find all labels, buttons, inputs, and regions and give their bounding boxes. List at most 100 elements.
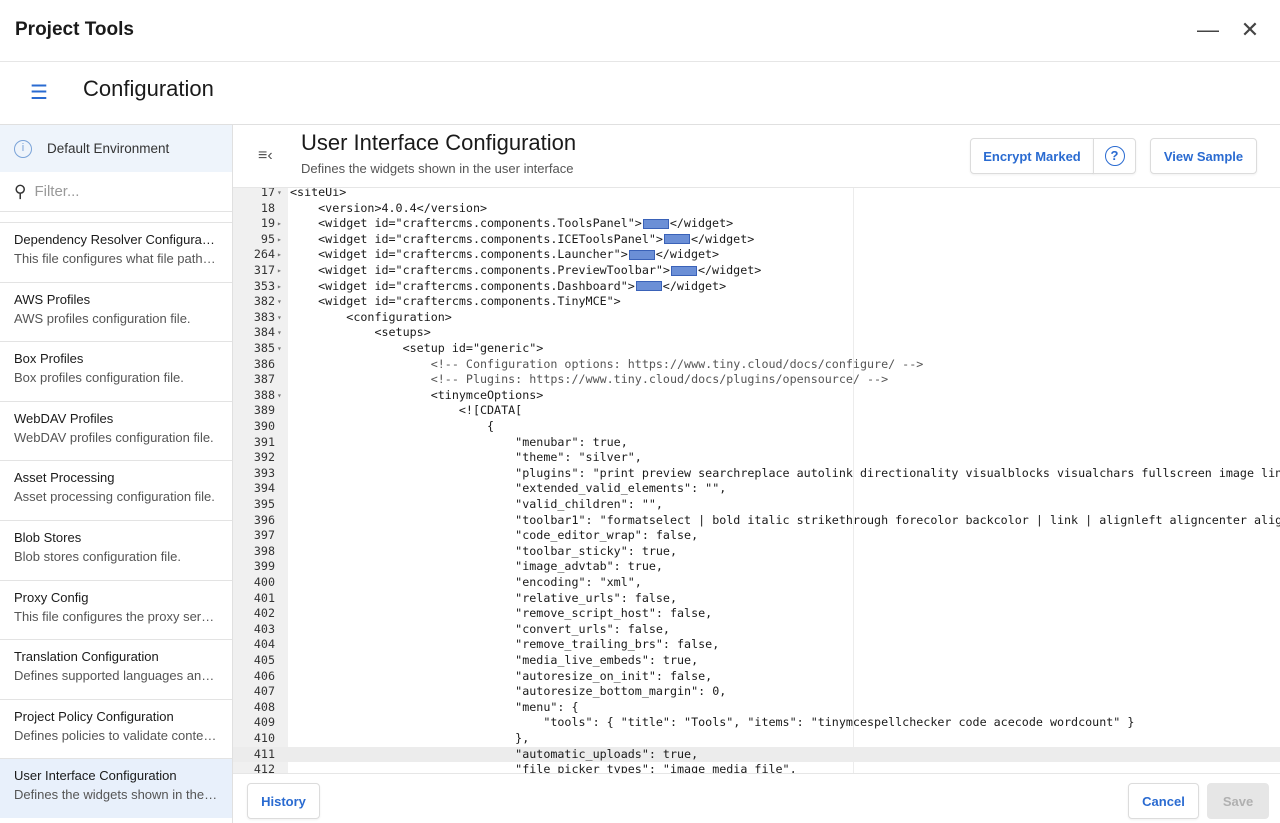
code-segment: <setups> — [290, 325, 431, 340]
code-line: 264 ▸ <widget id="craftercms.components.L… — [233, 247, 1280, 263]
window-title: Project Tools — [15, 19, 134, 40]
history-button[interactable]: History — [247, 783, 320, 819]
code-line: 391 "menubar": true, — [233, 435, 1280, 451]
code-line: 400 "encoding": "xml", — [233, 575, 1280, 591]
fold-arrow-icon[interactable]: ▾ — [277, 310, 282, 326]
code-text: "extended_valid_elements": "", — [290, 481, 726, 497]
sidebar-item-description: Asset processing configuration file. — [14, 489, 215, 505]
folded-code-marker[interactable] — [628, 249, 655, 260]
code-segment: }, — [290, 731, 530, 745]
code-editor[interactable]: 17 ▾ <siteUi> 18 <version>4.0.4</version> 19… — [233, 188, 1280, 773]
code-line: 403 "convert_urls": false, — [233, 622, 1280, 638]
code-text: "automatic_uploads": true, — [290, 747, 698, 763]
line-number: 18 — [260, 200, 275, 215]
fold-arrow-icon[interactable]: ▾ — [277, 188, 282, 201]
code-segment: "relative_urls": false, — [290, 590, 678, 605]
code-text: "convert_urls": false, — [290, 622, 670, 638]
line-number: 264 — [253, 247, 275, 262]
fold-arrow-icon[interactable]: ▸ — [277, 279, 282, 295]
filter-placeholder: Filter... — [34, 183, 80, 200]
collapse-sidebar-icon[interactable]: ≡‹ — [258, 147, 273, 165]
code-segment: "file_picker_types": "image media file", — [290, 762, 797, 773]
code-segment: <version>4.0.4</version> — [290, 200, 488, 215]
code-segment: <widget id="craftercms.components.Launch… — [290, 247, 628, 262]
code-text: "code_editor_wrap": false, — [290, 528, 698, 544]
line-number: 409 — [253, 715, 275, 730]
code-line: 390 { — [233, 419, 1280, 435]
sidebar-item-label: Dependency Resolver Configuration — [14, 232, 218, 247]
cancel-button[interactable]: Cancel — [1128, 783, 1199, 819]
code-segment: <widget id="craftercms.components.ToolsP… — [290, 216, 642, 231]
folded-code-marker[interactable] — [635, 281, 662, 292]
code-line: 18 <version>4.0.4</version> — [233, 201, 1280, 217]
code-line: 408 "menu": { — [233, 700, 1280, 716]
line-number: 382 — [253, 294, 275, 309]
fold-arrow-icon[interactable]: ▸ — [277, 263, 282, 279]
code-segment: "remove_trailing_brs": false, — [290, 637, 720, 652]
fold-arrow-icon[interactable]: ▾ — [277, 341, 282, 357]
code-segment: "media_live_embeds": true, — [290, 653, 699, 667]
folded-code-marker[interactable] — [663, 234, 690, 245]
sidebar-item[interactable]: Translation Configuration Defines support… — [0, 639, 232, 699]
code-segment: "menubar": true, — [290, 434, 628, 449]
fold-arrow-icon[interactable]: ▾ — [277, 325, 282, 341]
code-segment: <siteUi> — [290, 188, 347, 199]
code-text: "menubar": true, — [290, 435, 628, 451]
sidebar-item[interactable]: Proxy Config This file configures the pro… — [0, 579, 232, 640]
sidebar: i Default Environment ⚲ Filter... Depend… — [0, 125, 233, 823]
fold-arrow-icon[interactable]: ▾ — [277, 388, 282, 404]
filter-input[interactable]: ⚲ Filter... — [0, 172, 232, 212]
save-button[interactable]: Save — [1207, 783, 1269, 819]
fold-arrow-icon[interactable]: ▸ — [277, 247, 282, 263]
code-text: <widget id="craftercms.components.ICEToo… — [290, 232, 754, 248]
line-number: 411 — [253, 746, 275, 761]
line-number: 17 — [260, 188, 275, 199]
sidebar-item[interactable]: User Interface Configuration Defines the … — [0, 758, 232, 818]
code-text: <widget id="craftercms.components.ToolsP… — [290, 216, 733, 232]
sidebar-item[interactable]: Box Profiles Box profiles configuration f… — [0, 341, 232, 401]
fold-arrow-icon[interactable]: ▸ — [277, 216, 282, 232]
code-text: <widget id="craftercms.components.TinyMC… — [290, 294, 621, 310]
sidebar-item[interactable]: WebDAV Profiles WebDAV profiles configura… — [0, 400, 232, 461]
page-title: Configuration — [83, 76, 214, 101]
code-segment: </widget> — [662, 278, 727, 293]
code-text: <!-- Configuration options: https://www.… — [290, 357, 924, 373]
folded-code-marker[interactable] — [670, 265, 697, 276]
fold-arrow-icon[interactable]: ▸ — [277, 232, 282, 248]
help-button[interactable]: ? — [1093, 138, 1136, 174]
sidebar-item[interactable]: Dependency Resolver Configuration This fi… — [0, 222, 232, 282]
code-line: 402 "remove_script_host": false, — [233, 606, 1280, 622]
folded-code-marker[interactable] — [642, 218, 669, 229]
line-number: 412 — [253, 762, 275, 773]
code-segment: "toolbar_sticky": true, — [290, 543, 678, 558]
sidebar-item[interactable]: Asset Processing Asset processing configu… — [0, 460, 232, 520]
code-segment: <!-- Plugins: https://www.tiny.cloud/doc… — [290, 372, 889, 387]
line-number: 400 — [253, 575, 275, 589]
code-segment: "toolbar1": "formatselect | bold italic … — [290, 512, 1280, 527]
code-text: <configuration> — [290, 310, 452, 326]
code-text: }, — [290, 731, 529, 747]
encrypt-marked-button[interactable]: Encrypt Marked — [970, 138, 1094, 174]
code-text: "image_advtab": true, — [290, 559, 663, 575]
close-icon[interactable]: ✕ — [1236, 16, 1264, 44]
view-sample-button[interactable]: View Sample — [1150, 138, 1257, 174]
code-segment: { — [290, 419, 495, 433]
code-line: 19 ▸ <widget id="craftercms.components.To… — [233, 216, 1280, 232]
window-titlebar: Project Tools — ✕ — [0, 0, 1280, 62]
sidebar-item-description: This file configures what file paths... — [14, 251, 218, 266]
code-line: 411 "automatic_uploads": true, — [233, 746, 1280, 763]
code-segment: "extended_valid_elements": "", — [290, 481, 727, 496]
sidebar-item[interactable]: Project Policy Configuration Defines poli… — [0, 698, 232, 759]
code-text: "valid_children": "", — [290, 497, 663, 513]
fold-arrow-icon[interactable]: ▾ — [277, 294, 282, 310]
line-number: 394 — [253, 481, 275, 496]
sidebar-item[interactable]: AWS Profiles AWS profiles configuration f… — [0, 281, 232, 342]
line-number: 386 — [253, 356, 275, 371]
sidebar-item[interactable]: Blob Stores Blob stores configuration fil… — [0, 519, 232, 580]
minimize-icon[interactable]: — — [1194, 16, 1222, 44]
sidebar-item-description: Blob stores configuration file. — [14, 548, 181, 564]
sidebar-item-description: Defines supported languages and... — [14, 668, 218, 684]
code-text: "file_picker_types": "image media file", — [290, 762, 797, 773]
hamburger-icon[interactable]: ☰ — [30, 82, 52, 104]
code-line: 396 "toolbar1": "formatselect | bold ita… — [233, 513, 1280, 529]
